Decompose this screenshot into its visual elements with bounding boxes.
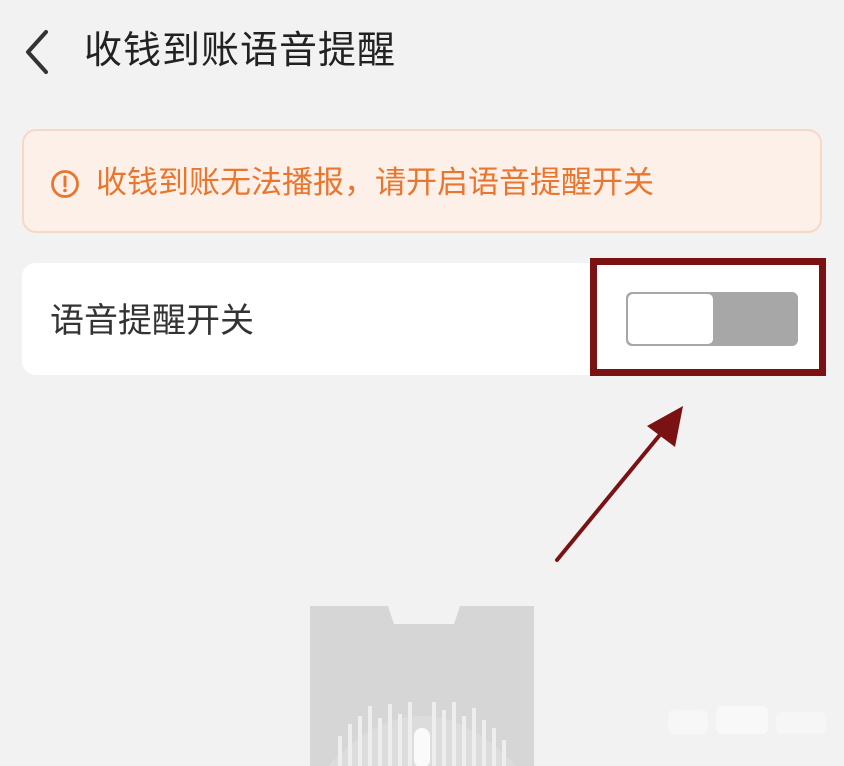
watermark-blur xyxy=(668,706,826,734)
warning-banner: 收钱到账无法播报，请开启语音提醒开关 xyxy=(22,129,822,233)
chevron-left-icon xyxy=(26,30,48,74)
exclamation-circle-icon xyxy=(51,170,79,198)
voice-switch-label: 语音提醒开关 xyxy=(50,301,254,341)
annotation-highlight-box xyxy=(590,258,826,376)
page-title: 收钱到账语音提醒 xyxy=(84,28,397,72)
voice-broadcast-illustration xyxy=(310,606,534,766)
back-button[interactable] xyxy=(18,28,58,76)
header-bar: 收钱到账语音提醒 xyxy=(0,0,844,100)
warning-text: 收钱到账无法播报，请开启语音提醒开关 xyxy=(96,165,654,201)
